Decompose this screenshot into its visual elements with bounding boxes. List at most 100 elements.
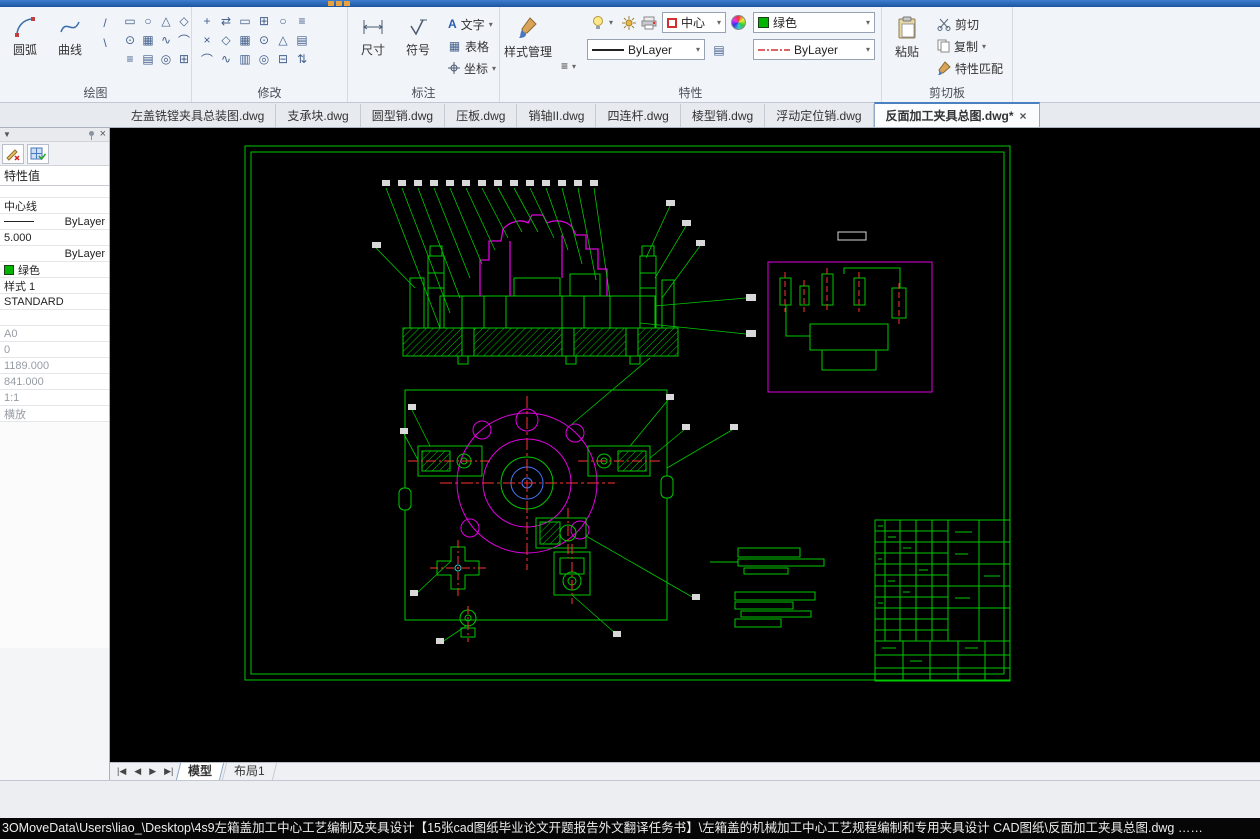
property-row-style[interactable]: 样式 1 <box>0 278 109 294</box>
tool-icon[interactable]: ▭ <box>236 12 254 30</box>
cut-button[interactable]: 剪切 <box>933 14 1007 34</box>
doc-tab[interactable]: 圆型销.dwg <box>361 104 446 127</box>
property-row-linetype[interactable]: ByLayer <box>0 214 109 230</box>
tool-icon[interactable]: ⊟ <box>274 50 292 68</box>
doc-tab[interactable]: 浮动定位销.dwg <box>765 104 874 127</box>
tool-icon[interactable]: ○ <box>139 12 157 30</box>
tool-icon[interactable]: ◎ <box>255 50 273 68</box>
text-button[interactable]: A 文字 ▾ <box>444 14 500 34</box>
drawing-frame <box>244 145 1011 681</box>
tool-icon[interactable]: ⇄ <box>217 12 235 30</box>
quick-access-icons <box>328 1 350 6</box>
tool-icon[interactable]: / <box>96 14 114 32</box>
copy-button[interactable]: 复制 ▾ <box>933 36 1007 56</box>
tool-icon[interactable]: ⇅ <box>293 50 311 68</box>
style-manager-button[interactable]: 样式管理 <box>504 12 552 64</box>
color-combo[interactable]: 绿色 ▾ <box>753 12 875 33</box>
tool-icon[interactable]: ≡ <box>121 50 139 68</box>
doc-tab[interactable]: 四连杆.dwg <box>596 104 681 127</box>
layer-combo[interactable]: 中心 ▾ <box>662 12 726 33</box>
paste-clipboard-icon <box>898 16 916 39</box>
layer-color-icon <box>667 17 677 28</box>
tab-layout1[interactable]: 布局1 <box>222 763 278 780</box>
prev-tab-button[interactable]: ◀ <box>131 766 144 777</box>
tool-icon[interactable]: × <box>198 31 216 49</box>
tool-icon[interactable]: ⌒ <box>198 50 216 68</box>
next-tab-button[interactable]: ▶ <box>146 766 159 777</box>
doc-tab-active[interactable]: 反面加工夹具总图.dwg* × <box>873 102 1040 127</box>
tool-icon[interactable]: ⌒ <box>175 31 193 49</box>
tool-icon[interactable]: ▭ <box>121 12 139 30</box>
property-row-lineweight[interactable]: 5.000 <box>0 230 109 246</box>
collapse-icon[interactable]: ▼ <box>3 130 11 139</box>
tool-icon[interactable]: ▥ <box>236 50 254 68</box>
last-tab-button[interactable]: ▶| <box>161 766 176 777</box>
property-row-linetype-name[interactable]: 中心线 <box>0 198 109 214</box>
layer-settings-icon[interactable] <box>622 15 636 30</box>
pin-icon[interactable] <box>87 130 96 140</box>
ribbon-panel-clipboard: 粘贴 剪切 复制 ▾ 特性匹配 剪切板 <box>882 7 1013 102</box>
coordinate-button[interactable]: 坐标 ▾ <box>444 58 500 78</box>
tool-icon[interactable]: ∿ <box>217 50 235 68</box>
tool-icon[interactable]: ▦ <box>139 31 157 49</box>
dimension-button[interactable]: 尺寸 <box>354 12 392 62</box>
tool-icon[interactable]: △ <box>157 12 175 30</box>
first-tab-button[interactable]: |◀ <box>114 766 129 777</box>
tool-icon[interactable]: ▤ <box>293 31 311 49</box>
lineweight-combo[interactable]: ByLayer ▾ <box>753 39 875 60</box>
symbol-button[interactable]: 符号 <box>399 12 437 62</box>
property-row-standard[interactable]: STANDARD <box>0 294 109 310</box>
tool-icon[interactable]: ≡ <box>293 12 311 30</box>
property-row-width[interactable]: 1189.000 <box>0 358 109 374</box>
property-row-bylayer[interactable]: ByLayer <box>0 246 109 262</box>
tool-icon[interactable]: + <box>198 12 216 30</box>
apply-settings-button[interactable] <box>27 143 49 164</box>
plan-view <box>398 389 674 642</box>
window-bottom-strip <box>0 780 1260 818</box>
ribbon-panel-draw: 圆弧 曲线 / \ ▭ ○ △ ◇ ⊙ ▦ ∿ ⌒ ≡ ▤ ◎ ⊞ 绘图 <box>0 7 192 102</box>
tool-icon[interactable]: \ <box>96 34 114 52</box>
edit-cancel-button[interactable] <box>2 143 24 164</box>
tool-icon[interactable]: ⊙ <box>121 31 139 49</box>
property-row-scale[interactable]: 1:1 <box>0 390 109 406</box>
linetype-combo[interactable]: ByLayer ▾ <box>586 39 705 60</box>
front-view <box>402 214 679 365</box>
property-row-empty <box>0 310 109 326</box>
list-menu-button[interactable]: ≡ ▾ <box>557 56 580 76</box>
table-button[interactable]: ▦ 表格 <box>444 36 500 56</box>
tool-icon[interactable]: ◇ <box>217 31 235 49</box>
palette-header: ▼ × <box>0 128 109 142</box>
tab-model[interactable]: 模型 <box>176 763 225 780</box>
close-tab-icon[interactable]: × <box>1019 109 1028 123</box>
match-properties-button[interactable]: 特性匹配 <box>933 58 1007 78</box>
property-row-height[interactable]: 841.000 <box>0 374 109 390</box>
tool-icon[interactable]: ⊞ <box>175 50 193 68</box>
plot-icon[interactable] <box>641 16 657 30</box>
doc-tab[interactable]: 支承块.dwg <box>276 104 361 127</box>
paste-button[interactable]: 粘贴 <box>888 12 926 64</box>
lineweight-list-icon[interactable]: ▤ <box>710 41 728 59</box>
property-row-zero[interactable]: 0 <box>0 342 109 358</box>
doc-tab[interactable]: 压板.dwg <box>445 104 518 127</box>
doc-tab[interactable]: 棱型销.dwg <box>681 104 766 127</box>
tool-icon[interactable]: ⊙ <box>255 31 273 49</box>
arc-button[interactable]: 圆弧 <box>6 12 44 62</box>
color-wheel-icon[interactable] <box>731 15 746 30</box>
property-row-paper[interactable]: A0 <box>0 326 109 342</box>
drawing-canvas[interactable] <box>110 128 1260 762</box>
close-palette-icon[interactable]: × <box>100 129 106 140</box>
property-row-orientation[interactable]: 横放 <box>0 406 109 422</box>
doc-tab[interactable]: 左盖铣镗夹具总装图.dwg <box>120 104 277 127</box>
tool-icon[interactable]: △ <box>274 31 292 49</box>
tool-icon[interactable]: ○ <box>274 12 292 30</box>
tool-icon[interactable]: ▤ <box>139 50 157 68</box>
spline-button[interactable]: 曲线 <box>51 12 89 62</box>
property-row-color[interactable]: 绿色 <box>0 262 109 278</box>
layer-on-button[interactable]: ▾ <box>587 13 617 33</box>
tool-icon[interactable]: ▦ <box>236 31 254 49</box>
tool-icon[interactable]: ◇ <box>175 12 193 30</box>
tool-icon[interactable]: ⊞ <box>255 12 273 30</box>
tool-icon[interactable]: ∿ <box>157 31 175 49</box>
doc-tab[interactable]: 销轴II.dwg <box>517 104 597 127</box>
tool-icon[interactable]: ◎ <box>157 50 175 68</box>
